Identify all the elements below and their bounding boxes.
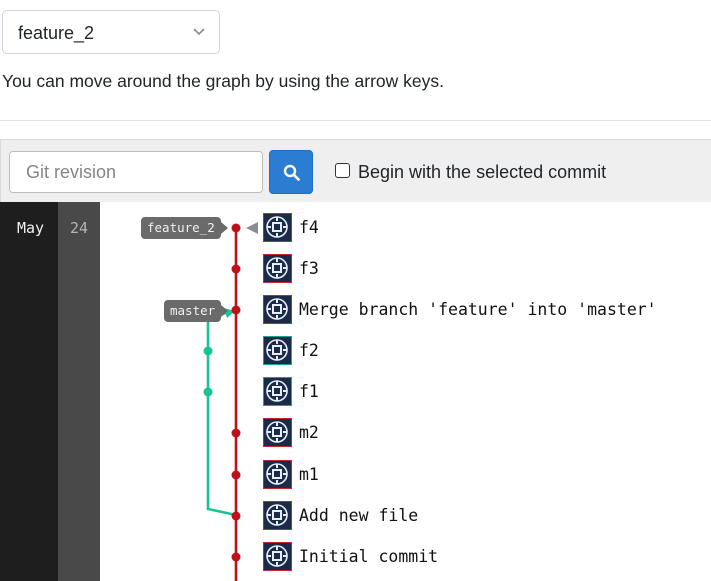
commit-message[interactable]: f1	[299, 382, 319, 401]
commit-avatar	[263, 213, 292, 242]
navigation-hint: You can move around the graph by using t…	[2, 71, 444, 91]
commit-dot[interactable]	[203, 346, 213, 356]
commit-dot[interactable]	[231, 470, 241, 480]
commit-message[interactable]: f2	[299, 341, 319, 360]
commit-dot[interactable]	[231, 428, 241, 438]
revision-toolbar: Begin with the selected commit	[0, 139, 711, 202]
commit-message[interactable]: Initial commit	[299, 547, 438, 566]
month-column	[0, 202, 58, 581]
commit-dot[interactable]	[231, 264, 241, 274]
ref-label-feature-2[interactable]: feature_2	[141, 217, 228, 239]
commit-dot[interactable]	[231, 223, 241, 233]
day-label: 24	[70, 219, 89, 237]
branch-select[interactable]: feature_2	[2, 10, 220, 54]
commit-dot[interactable]	[231, 305, 241, 315]
search-button[interactable]	[269, 150, 313, 194]
git-revision-input[interactable]	[9, 151, 263, 193]
begin-with-selected-label[interactable]: Begin with the selected commit	[358, 162, 606, 183]
month-label: May	[17, 219, 45, 237]
commit-dot[interactable]	[231, 511, 241, 521]
commit-message[interactable]: f4	[299, 218, 319, 237]
commit-avatar	[263, 254, 292, 283]
commit-avatar	[263, 295, 292, 324]
commit-message[interactable]: m2	[299, 423, 319, 442]
search-icon	[283, 164, 300, 181]
commit-message[interactable]: f3	[299, 259, 319, 278]
divider	[0, 120, 711, 121]
commit-avatar	[263, 460, 292, 489]
commit-graph	[203, 222, 258, 581]
begin-with-selected-checkbox[interactable]	[335, 163, 350, 178]
commit-message[interactable]: m1	[299, 465, 319, 484]
commit-avatar	[263, 418, 292, 447]
commit-dot[interactable]	[231, 552, 241, 562]
commit-dot[interactable]	[203, 387, 213, 397]
commit-avatar	[263, 501, 292, 530]
head-pointer-icon	[246, 222, 258, 234]
commit-avatar	[263, 377, 292, 406]
branch-select-value: feature_2	[18, 23, 95, 43]
commit-avatar	[263, 336, 292, 365]
commit-message[interactable]: Merge branch 'feature' into 'master'	[299, 300, 657, 319]
commit-message[interactable]: Add new file	[299, 506, 418, 525]
chevron-down-icon	[193, 28, 205, 36]
day-column	[58, 202, 100, 581]
merge-branch-line	[206, 310, 237, 517]
ref-label-master[interactable]: master	[164, 300, 229, 322]
commit-avatar	[263, 542, 292, 571]
